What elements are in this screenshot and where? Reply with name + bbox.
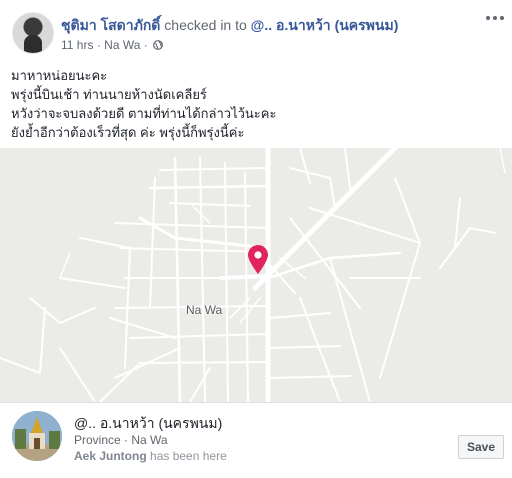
checkin-place[interactable]: @.. อ.นาหว้า (นครพนม) [251, 17, 399, 33]
visitor-text: has been here [150, 449, 227, 463]
post-meta: 11 hrs · Na Wa · [61, 37, 163, 52]
more-options-icon[interactable] [486, 16, 504, 22]
place-details: Province · Na Wa [74, 433, 168, 447]
place-category: Province [74, 433, 121, 447]
map-roads [0, 148, 506, 402]
globe-icon[interactable] [153, 39, 163, 50]
temple-image [12, 411, 62, 461]
save-button[interactable]: Save [458, 435, 504, 459]
meta-separator: · [96, 37, 101, 52]
visitor-name[interactable]: Aek Juntong [74, 449, 147, 463]
post-text-line: หวังว่าจะจบลงด้วยดี ตามที่ท่านได้กล่าวไว… [11, 106, 277, 121]
place-location: Na Wa [131, 433, 168, 447]
post-text-line: พรุ่งนี้บินเช้า ท่านนายห้างนัดเคลียร์ [11, 87, 207, 102]
map-town-label: Na Wa [186, 303, 223, 317]
post-title-line: ชุติมา โสดาภักดิ์ checked in to @.. อ.นา… [61, 15, 398, 37]
place-visitors: Aek Juntong has been here [74, 449, 227, 463]
location-map[interactable] [0, 148, 512, 402]
post-text-line: ยังย้ำอีกว่าต้องเร็วที่สุด ค่ะ พรุ่งนี้ก… [11, 125, 245, 140]
author-name[interactable]: ชุติมา โสดาภักดิ์ [61, 17, 160, 33]
post-time[interactable]: 11 hrs [61, 38, 93, 52]
place-separator: · [124, 433, 129, 447]
place-photo[interactable] [12, 411, 62, 461]
post-location[interactable]: Na Wa [104, 38, 140, 52]
place-name[interactable]: @.. อ.นาหว้า (นครพนม) [74, 413, 222, 435]
post-text-line: มาหาหน่อยนะคะ [11, 68, 108, 83]
post-text: มาหาหน่อยนะคะ พรุ่งนี้บินเช้า ท่านนายห้า… [11, 66, 501, 142]
meta-separator-2: · [143, 37, 148, 52]
author-avatar[interactable] [12, 12, 54, 54]
checkin-action: checked in to [164, 17, 247, 33]
place-card: @.. อ.นาหว้า (นครพนม) Province · Na Wa A… [0, 402, 512, 478]
post-header: ชุติมา โสดาภักดิ์ checked in to @.. อ.นา… [0, 0, 512, 60]
map-pin-icon [248, 245, 268, 274]
